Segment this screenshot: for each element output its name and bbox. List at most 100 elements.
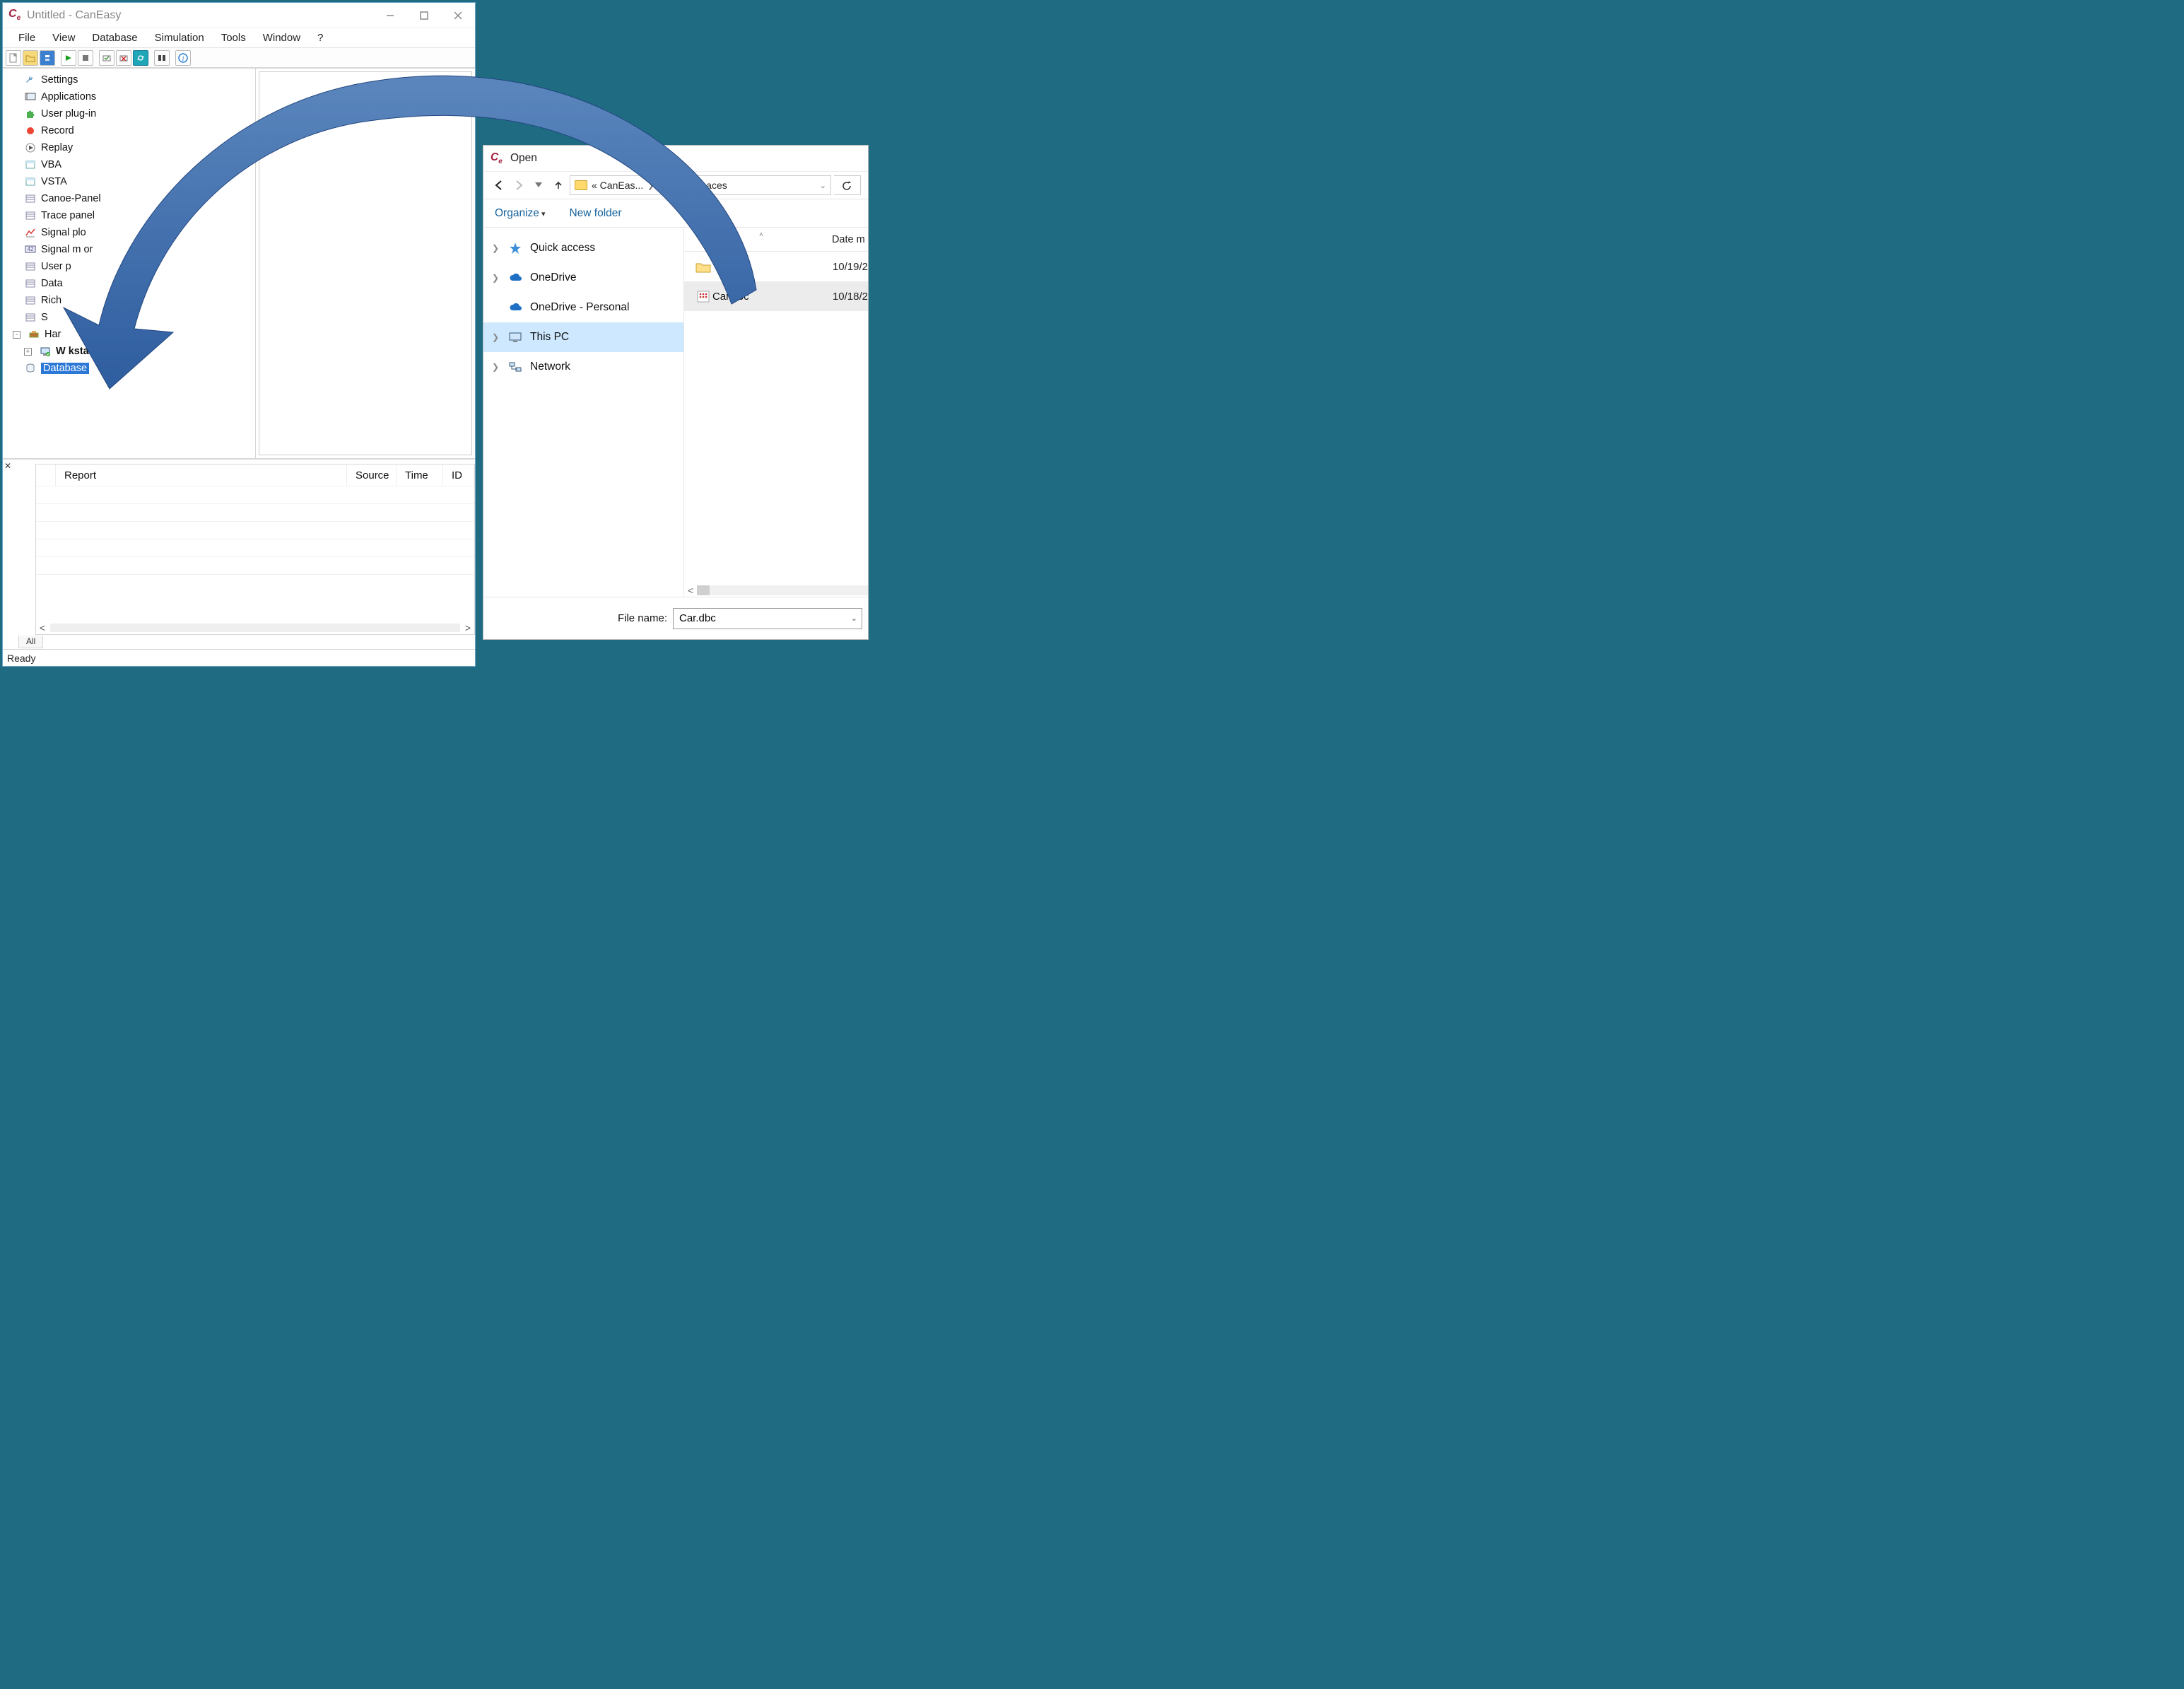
tree-item-har[interactable]: - Har xyxy=(7,326,255,343)
tree-item-signal-m-or[interactable]: 42Signal m or xyxy=(7,241,255,258)
nav-back-icon[interactable] xyxy=(491,177,507,194)
col-source[interactable]: Source xyxy=(347,464,397,486)
cloud-icon xyxy=(507,301,523,314)
tree-item-trace-panel[interactable]: Trace panel xyxy=(7,207,255,224)
tree-expander[interactable]: - xyxy=(13,331,20,339)
toolbar-btn-find[interactable] xyxy=(154,50,170,66)
sidebar-item-onedrive-personal[interactable]: OneDrive - Personal xyxy=(483,293,683,322)
tree-expander[interactable]: + xyxy=(24,348,32,356)
nav-recent-icon[interactable] xyxy=(530,177,547,194)
refresh-button[interactable] xyxy=(834,175,861,195)
tree-item-user-plug-in[interactable]: User plug-in xyxy=(7,105,255,122)
file-list-hscroll[interactable]: < xyxy=(684,584,868,597)
menu-window[interactable]: Window xyxy=(256,30,307,45)
info-icon[interactable]: i xyxy=(175,50,191,66)
tree-item-replay[interactable]: Replay xyxy=(7,139,255,156)
panel-icon xyxy=(24,261,37,272)
tree-item-label: VSTA xyxy=(41,176,67,187)
content-pane xyxy=(259,71,472,455)
chevron-right-icon[interactable]: ❯ xyxy=(492,332,500,342)
chevron-down-icon[interactable]: ⌄ xyxy=(820,181,826,190)
db-icon xyxy=(24,363,37,374)
file-row[interactable]: 10/19/2 xyxy=(684,252,868,281)
chevron-right-icon[interactable]: ❯ xyxy=(492,362,500,372)
sidebar-item-this-pc[interactable]: ❯This PC xyxy=(483,322,683,352)
tree-item-signal-plo[interactable]: Signal plo xyxy=(7,224,255,241)
save-file-icon[interactable] xyxy=(40,50,55,66)
open-file-icon[interactable] xyxy=(23,50,38,66)
nav-forward-icon[interactable] xyxy=(510,177,527,194)
file-date: 10/18/2 xyxy=(833,291,868,303)
tree-item-label: Signal m or xyxy=(41,244,93,255)
tree-item-label: S xyxy=(41,312,48,323)
breadcrumb[interactable]: « CanEas... ❯ kspaces ⌄ xyxy=(570,175,831,195)
chevron-right-icon[interactable]: ❯ xyxy=(492,273,500,283)
tree-item-database[interactable]: Database xyxy=(7,360,255,377)
organize-menu[interactable]: Organize xyxy=(495,207,545,220)
puzzle-icon xyxy=(24,108,37,119)
menu-simulation[interactable]: Simulation xyxy=(148,30,211,45)
chevron-right-icon[interactable]: ❯ xyxy=(492,243,500,253)
menu-view[interactable]: View xyxy=(45,30,82,45)
menu-bar: File View Database Simulation Tools Wind… xyxy=(3,28,475,48)
menu-file[interactable]: File xyxy=(11,30,42,45)
file-row[interactable]: Car.dbc10/18/2 xyxy=(684,281,868,311)
tree-item-record[interactable]: Record xyxy=(7,122,255,139)
tree-item-data[interactable]: Data xyxy=(7,275,255,292)
col-time[interactable]: Time xyxy=(397,464,443,486)
col-id[interactable]: ID xyxy=(443,464,474,486)
tree-item-vsta[interactable]: VSTA xyxy=(7,173,255,190)
col-date[interactable]: Date m xyxy=(832,234,865,245)
folder-icon xyxy=(575,180,587,190)
nav-sidebar: ❯Quick access❯OneDriveOneDrive - Persona… xyxy=(483,228,684,597)
report-hscroll[interactable]: <> xyxy=(36,621,474,634)
new-file-icon[interactable] xyxy=(6,50,21,66)
chevron-down-icon[interactable]: ⌄ xyxy=(851,614,857,623)
close-panel-icon[interactable]: ✕ xyxy=(4,461,11,471)
minimize-button[interactable] xyxy=(373,3,407,28)
folder-icon xyxy=(694,261,712,273)
tree-item-label: Har xyxy=(45,329,61,340)
network-icon xyxy=(507,361,523,373)
tree-item-rich[interactable]: Rich xyxy=(7,292,255,309)
menu-tools[interactable]: Tools xyxy=(214,30,253,45)
breadcrumb-a: « CanEas... xyxy=(592,180,643,191)
chevron-right-icon: ❯ xyxy=(647,181,654,190)
sidebar-item-quick-access[interactable]: ❯Quick access xyxy=(483,233,683,263)
pc-icon xyxy=(507,331,523,344)
breadcrumb-b: kspaces xyxy=(691,180,727,191)
nav-up-icon[interactable] xyxy=(550,177,567,194)
file-name-label: File name: xyxy=(618,612,667,624)
tree-item-label: Record xyxy=(41,125,74,136)
tree-item-user-p[interactable]: User p xyxy=(7,258,255,275)
close-button[interactable] xyxy=(441,3,475,28)
run-icon[interactable] xyxy=(61,50,76,66)
svg-text:i: i xyxy=(182,55,184,63)
col-report[interactable]: Report xyxy=(56,464,347,486)
tree-item-settings[interactable]: Settings xyxy=(7,71,255,88)
report-tab-all[interactable]: All xyxy=(18,636,43,648)
file-name-input[interactable]: Car.dbc ⌄ xyxy=(673,608,862,629)
menu-database[interactable]: Database xyxy=(85,30,144,45)
panel-icon xyxy=(24,193,37,204)
dbc-icon xyxy=(694,291,712,303)
maximize-button[interactable] xyxy=(407,3,441,28)
tree-item-applications[interactable]: Applications xyxy=(7,88,255,105)
toolbar-btn-sync[interactable] xyxy=(133,50,148,66)
sidebar-item-onedrive[interactable]: ❯OneDrive xyxy=(483,263,683,293)
col-name[interactable]: ˄ N xyxy=(704,234,829,245)
toolbar-btn-b[interactable] xyxy=(116,50,131,66)
app-icon: Ce xyxy=(491,151,503,165)
sidebar-item-network[interactable]: ❯Network xyxy=(483,352,683,382)
tree-item-s[interactable]: S xyxy=(7,309,255,326)
menu-help[interactable]: ? xyxy=(310,30,330,45)
panel-icon xyxy=(24,295,37,306)
pc-icon xyxy=(39,346,52,357)
stop-icon[interactable] xyxy=(78,50,93,66)
tree-item-canoe-panel[interactable]: Canoe-Panel xyxy=(7,190,255,207)
toolbar-btn-a[interactable] xyxy=(99,50,115,66)
replay-icon xyxy=(24,142,37,153)
new-folder-button[interactable]: New folder xyxy=(569,207,621,220)
tree-item-workstation[interactable]: +W kstation xyxy=(7,343,255,360)
tree-item-vba[interactable]: VBA xyxy=(7,156,255,173)
